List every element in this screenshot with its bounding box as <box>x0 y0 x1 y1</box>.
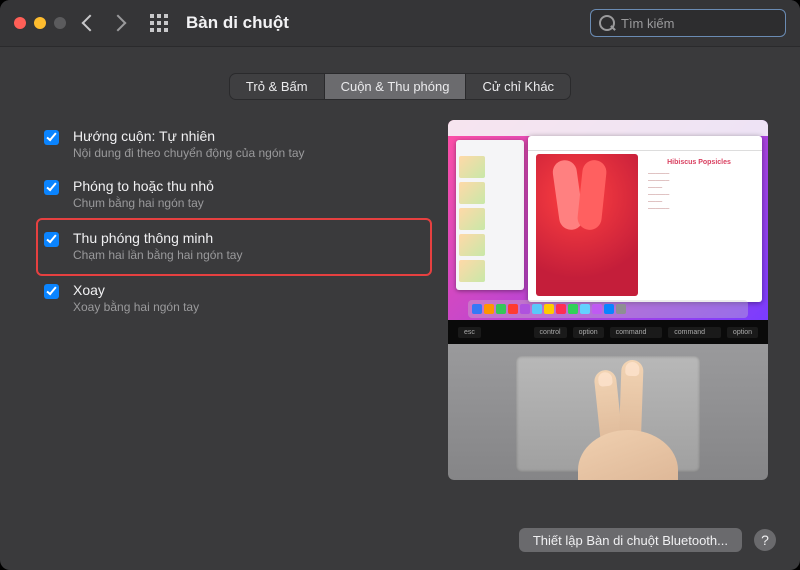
option-desc: Chạm hai lần bằng hai ngón tay <box>73 248 242 262</box>
search-icon <box>599 15 615 31</box>
touchbar-key: control <box>534 327 567 338</box>
titlebar: Bàn di chuột Tìm kiếm <box>0 0 800 47</box>
option-natural-scroll[interactable]: Hướng cuộn: Tự nhiên Nội dung đi theo ch… <box>40 120 428 170</box>
preview-recipe-card: Hibiscus Popsicles ─────────────────────… <box>644 154 754 296</box>
gesture-preview: Hibiscus Popsicles ─────────────────────… <box>448 120 768 480</box>
checkbox-zoom[interactable] <box>44 180 59 195</box>
help-button[interactable]: ? <box>754 529 776 551</box>
preview-trackpad-area <box>448 344 768 480</box>
preview-dock <box>468 300 748 318</box>
preview-hand-icon <box>558 360 698 480</box>
content-area: Hướng cuộn: Tự nhiên Nội dung đi theo ch… <box>0 100 800 480</box>
checkbox-rotate[interactable] <box>44 284 59 299</box>
tab-point-click[interactable]: Trỏ & Bấm <box>230 74 324 99</box>
option-desc: Nội dung đi theo chuyển động của ngón ta… <box>73 146 305 160</box>
nav-controls <box>84 14 168 32</box>
search-field[interactable]: Tìm kiếm <box>590 9 786 37</box>
preview-screen: Hibiscus Popsicles ─────────────────────… <box>448 120 768 320</box>
preview-menubar <box>448 120 768 136</box>
preview-photo <box>536 154 638 296</box>
forward-button[interactable] <box>110 15 127 32</box>
option-label: Hướng cuộn: Tự nhiên <box>73 128 305 144</box>
preview-desktop: Hibiscus Popsicles ─────────────────────… <box>448 136 768 302</box>
segmented-control: Trỏ & Bấm Cuộn & Thu phóng Cử chỉ Khác <box>229 73 571 100</box>
close-window-button[interactable] <box>14 17 26 29</box>
option-desc: Chụm bằng hai ngón tay <box>73 196 214 210</box>
option-label: Phóng to hoặc thu nhỏ <box>73 178 214 194</box>
checkbox-natural-scroll[interactable] <box>44 130 59 145</box>
show-all-icon[interactable] <box>150 14 168 32</box>
option-smart-zoom[interactable]: Thu phóng thông minh Chạm hai lần bằng h… <box>36 218 432 276</box>
checkbox-smart-zoom[interactable] <box>44 232 59 247</box>
tab-more-gestures[interactable]: Cử chỉ Khác <box>465 74 570 99</box>
touchbar-key: command <box>610 327 663 338</box>
option-label: Xoay <box>73 282 199 298</box>
preview-touchbar: esc control option command command optio… <box>448 320 768 344</box>
tab-bar: Trỏ & Bấm Cuộn & Thu phóng Cử chỉ Khác <box>0 73 800 100</box>
footer: Thiết lập Bàn di chuột Bluetooth... ? <box>519 528 776 552</box>
touchbar-esc: esc <box>458 327 481 338</box>
minimize-window-button[interactable] <box>34 17 46 29</box>
preview-document-window: Hibiscus Popsicles ─────────────────────… <box>528 136 762 302</box>
option-zoom[interactable]: Phóng to hoặc thu nhỏ Chụm bằng hai ngón… <box>40 170 428 220</box>
option-list: Hướng cuộn: Tự nhiên Nội dung đi theo ch… <box>40 120 428 480</box>
preferences-window: Bàn di chuột Tìm kiếm Trỏ & Bấm Cuộn & T… <box>0 0 800 570</box>
preview-sidebar-window <box>456 140 524 290</box>
pane-title: Bàn di chuột <box>186 13 289 33</box>
tab-scroll-zoom[interactable]: Cuộn & Thu phóng <box>324 74 466 99</box>
touchbar-key: option <box>573 327 604 338</box>
setup-bluetooth-trackpad-button[interactable]: Thiết lập Bàn di chuột Bluetooth... <box>519 528 742 552</box>
fullscreen-window-button[interactable] <box>54 17 66 29</box>
option-label: Thu phóng thông minh <box>73 230 242 246</box>
touchbar-key: option <box>727 327 758 338</box>
window-controls <box>14 17 66 29</box>
search-placeholder: Tìm kiếm <box>621 16 674 31</box>
option-rotate[interactable]: Xoay Xoay bằng hai ngón tay <box>40 274 428 324</box>
option-desc: Xoay bằng hai ngón tay <box>73 300 199 314</box>
touchbar-key: command <box>668 327 721 338</box>
back-button[interactable] <box>82 15 99 32</box>
